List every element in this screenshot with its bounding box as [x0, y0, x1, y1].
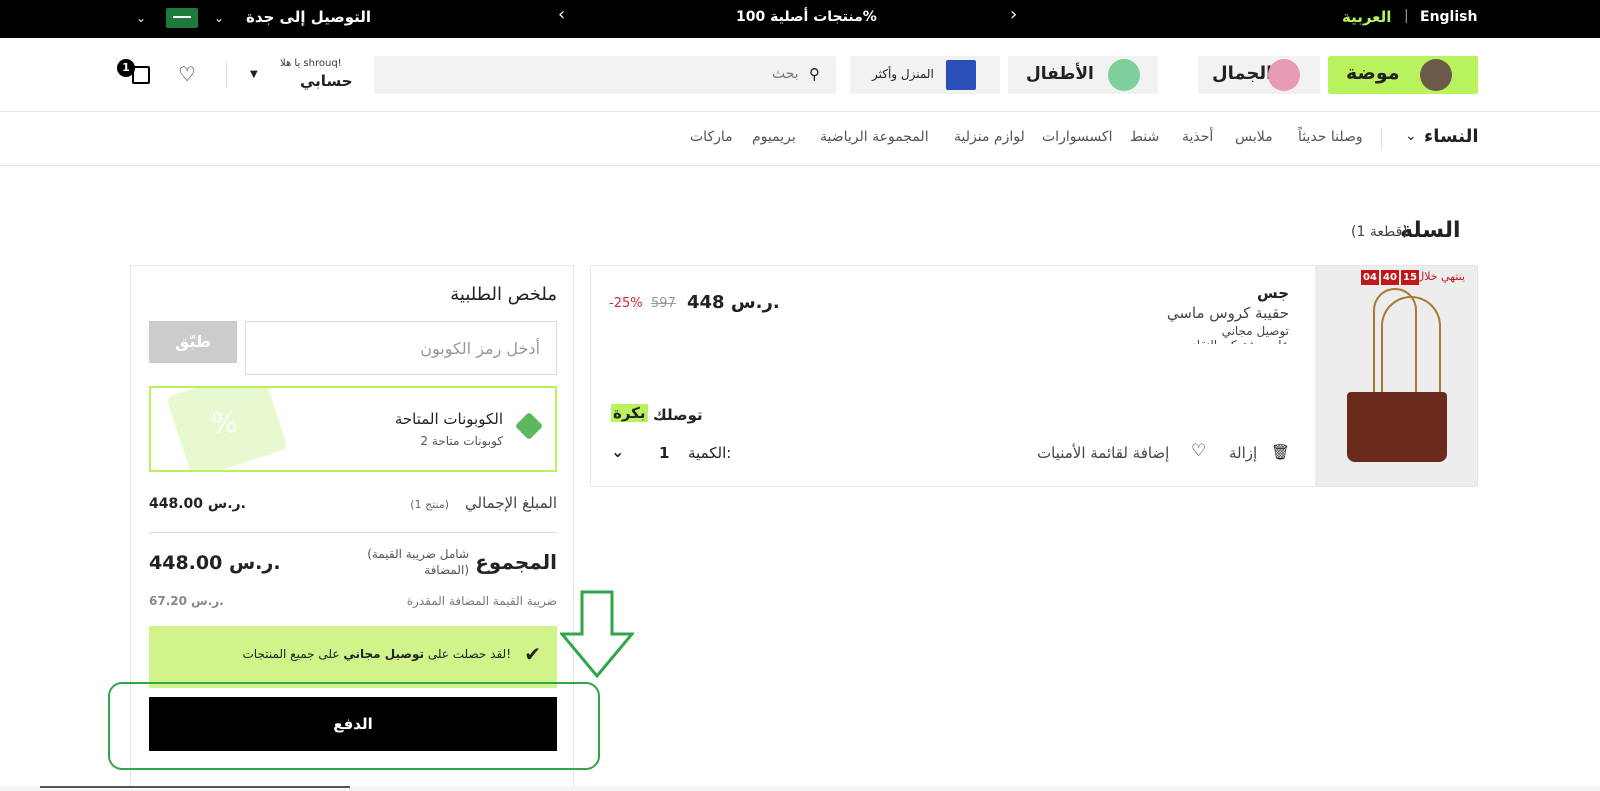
free-shipping-text: لقد حصلت على توصيل مجاني على جميع المنتج…	[242, 647, 512, 661]
divider	[149, 532, 557, 533]
category-label: الجمال	[1212, 63, 1273, 84]
coupon-input[interactable]: أدخل رمز الكوبون	[245, 321, 557, 375]
delivery-highlight: بكرة	[611, 404, 648, 422]
bag-body	[1347, 392, 1447, 462]
quantity-label: الكمية:	[688, 444, 732, 462]
total-vat-note: (شامل ضريبة القيمة المضافة)	[367, 547, 469, 577]
fashion-image-icon	[1420, 59, 1452, 91]
bag-strap	[1381, 296, 1441, 396]
product-price: 448 ر.س.	[687, 292, 780, 313]
cart-title: السلة	[1400, 218, 1461, 243]
apply-coupon-button[interactable]: طبّق	[149, 321, 237, 363]
nav-women[interactable]: النساء	[1424, 126, 1479, 147]
beauty-image-icon	[1268, 59, 1300, 91]
nav-item-bags[interactable]: شنط	[1130, 129, 1159, 145]
timer-seconds: 04	[1361, 270, 1379, 285]
category-label: الأطفال	[1026, 64, 1094, 84]
cart-count-badge: 1	[117, 59, 135, 77]
subtotal-value: 448.00 ر.س.	[149, 496, 246, 512]
account-label[interactable]: حسابي	[300, 72, 353, 90]
product-old-price: 597	[651, 296, 676, 311]
nav-item-clothing[interactable]: ملابس	[1235, 129, 1273, 145]
delivery-location[interactable]: التوصيل إلى جدة	[246, 8, 371, 26]
chevron-left-icon[interactable]: ‹	[558, 4, 565, 25]
subtotal-count: (1 منتج)	[410, 498, 449, 511]
percent-icon: %	[211, 406, 238, 439]
nav-item-accessories[interactable]: اكسسوارات	[1042, 129, 1113, 145]
wishlist-heart-icon[interactable]: ♡	[178, 62, 196, 86]
divider	[226, 62, 227, 88]
nav-item-shoes[interactable]: أحذية	[1182, 129, 1213, 145]
trash-icon[interactable]: 🗑	[1271, 443, 1290, 461]
down-arrow-icon	[560, 590, 634, 678]
language-separator: |	[1404, 8, 1409, 24]
free-shipping-banner: لقد حصلت على توصيل مجاني على جميع المنتج…	[149, 626, 557, 688]
summary-title: ملخص الطلبية	[450, 284, 557, 305]
timer-label: ينتهي خلال	[1416, 270, 1465, 283]
search-input[interactable]: بحث ⚲	[374, 56, 836, 94]
chevron-down-icon[interactable]: ⌄	[214, 11, 224, 25]
category-fashion[interactable]: موضة	[1328, 56, 1478, 94]
category-home[interactable]: المنزل وأكثر	[850, 56, 1000, 94]
nav-item-brands[interactable]: ماركات	[690, 129, 733, 145]
kids-image-icon	[1108, 59, 1140, 91]
category-label: موضة	[1346, 62, 1400, 84]
total-value: 448.00 ر.س.	[149, 552, 281, 574]
highlight-box	[108, 682, 600, 770]
product-discount: -25%	[609, 296, 643, 311]
available-coupons-count: 2 كوبونات متاحة	[420, 434, 503, 448]
category-beauty[interactable]: الجمال	[1198, 56, 1320, 94]
delivery-text: توصلك	[653, 406, 703, 424]
quantity-value[interactable]: 1	[659, 444, 669, 462]
vat-label: ضريبة القيمة المضافة المقدرة	[406, 594, 557, 608]
add-to-wishlist-button[interactable]: إضافة لقائمة الأمنيات	[1037, 444, 1169, 462]
product-brand[interactable]: جس	[1257, 284, 1289, 302]
search-icon[interactable]: ⚲	[809, 65, 820, 83]
subtotal-label: المبلغ الإجمالي	[465, 494, 557, 512]
product-image[interactable]: 04 40 15 ينتهي خلال	[1315, 266, 1477, 486]
timer-minutes: 40	[1381, 270, 1399, 285]
heart-icon[interactable]: ♡	[1191, 441, 1206, 461]
chevron-down-icon[interactable]: ⌄	[136, 11, 146, 25]
top-bar: English | العربية › منتجات أصلية 100% ‹ …	[0, 0, 1600, 38]
discount-tag-icon	[514, 411, 544, 441]
cart-item-card: 04 40 15 ينتهي خلال جس حقيبة كروس ماسي ت…	[590, 265, 1478, 487]
category-label: المنزل وأكثر	[872, 67, 934, 81]
total-label: المجموع	[475, 550, 557, 574]
available-coupons[interactable]: % الكوبونات المتاحة 2 كوبونات متاحة	[149, 386, 557, 472]
caret-down-icon[interactable]: ▼	[250, 69, 258, 80]
search-placeholder: بحث	[772, 66, 799, 82]
chevron-right-icon[interactable]: ›	[1010, 4, 1017, 25]
language-english-link[interactable]: English	[1420, 9, 1477, 25]
checkmark-icon: ✔	[524, 642, 541, 666]
coupon-placeholder: أدخل رمز الكوبون	[420, 339, 540, 358]
nav-item-sports[interactable]: المجموعة الرياضية	[820, 129, 929, 145]
product-name[interactable]: حقيبة كروس ماسي	[1167, 304, 1289, 322]
chevron-down-icon[interactable]: ⌄	[611, 442, 624, 461]
promo-text: منتجات أصلية 100%	[736, 9, 877, 25]
greeting-text: يا هلا shrouq!	[280, 58, 342, 69]
vat-value: 67.20 ر.س.	[149, 594, 224, 608]
divider	[1381, 128, 1382, 150]
main-header: موضة الجمال الأطفال المنزل وأكثر بحث ⚲ ي…	[0, 38, 1600, 112]
available-coupons-title: الكوبونات المتاحة	[394, 410, 503, 428]
home-image-icon	[946, 60, 976, 90]
category-nav: النساء ⌄ وصلنا حديثاً ملابس أحذية شنط اك…	[0, 112, 1600, 166]
chevron-down-icon[interactable]: ⌄	[1405, 128, 1417, 144]
cart-item-count: (1 قطعة)	[1351, 224, 1408, 240]
nav-item-new[interactable]: وصلنا حديثاً	[1298, 129, 1363, 145]
nav-item-home[interactable]: لوازم منزلية	[954, 129, 1025, 145]
saudi-flag-icon[interactable]	[166, 8, 198, 28]
nav-item-premium[interactable]: بريميوم	[752, 129, 796, 145]
bottom-scroll-strip	[0, 786, 1600, 791]
product-promo-text: توصيل مجاني على مشتركي النقاد	[1191, 324, 1289, 344]
remove-button[interactable]: إزالة	[1229, 444, 1257, 462]
category-kids[interactable]: الأطفال	[1008, 56, 1158, 94]
language-arabic-link[interactable]: العربية	[1342, 8, 1391, 26]
